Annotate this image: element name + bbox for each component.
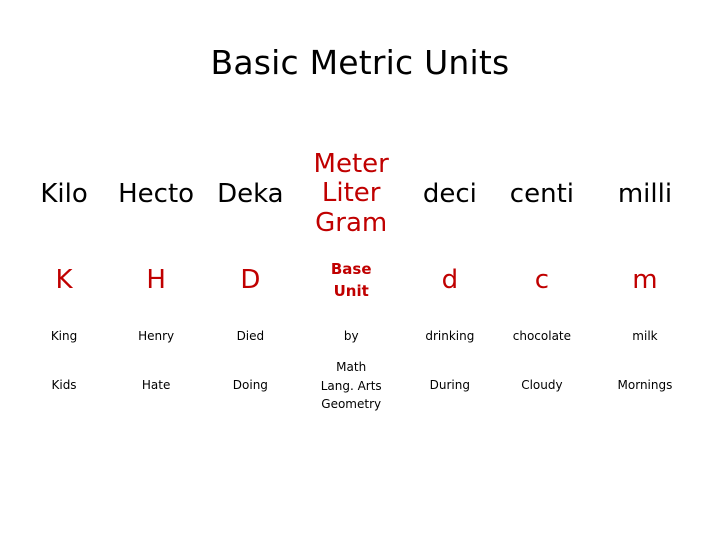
cell-mnemonic1-kilo: King: [50, 328, 78, 343]
table-row-abbreviations: K H D Base Unit d c m: [18, 248, 702, 314]
table-row-mnemonic-one: King Henry Died by drinking chocolate mi…: [18, 314, 702, 358]
table-row-prefix-names: Kilo Hecto Deka Meter Liter Gram deci ce…: [18, 140, 702, 248]
cell-mnemonic2-kilo: Kids: [51, 378, 77, 393]
cell-abbrev-centi: c: [534, 265, 550, 296]
mnemonic2-base-line3: Geometry: [321, 397, 382, 412]
cell-mnemonic2-hecto: Hate: [141, 378, 171, 393]
cell-prefix-milli: milli: [617, 178, 673, 209]
cell-prefix-hecto: Hecto: [118, 178, 195, 209]
base-unit-meter: Meter: [313, 149, 389, 180]
cell-prefix-base-unit: Meter Liter Gram: [299, 140, 404, 248]
mnemonic2-base-line1: Math: [336, 360, 367, 375]
cell-prefix-kilo: Kilo: [40, 178, 88, 209]
slide-canvas: Basic Metric Units Kilo Hecto Deka Meter…: [0, 0, 720, 540]
cell-mnemonic2-base: Math Lang. Arts Geometry: [299, 358, 404, 414]
cell-abbrev-hecto: H: [146, 265, 166, 296]
table-row-mnemonic-two: Kids Hate Doing Math Lang. Arts Geometry…: [18, 358, 702, 414]
cell-mnemonic2-milli: Mornings: [617, 378, 673, 393]
cell-mnemonic1-deci: drinking: [425, 328, 475, 343]
page-title: Basic Metric Units: [210, 43, 510, 82]
cell-mnemonic1-centi: chocolate: [512, 328, 572, 343]
cell-abbrev-kilo: K: [55, 265, 73, 296]
base-unit-gram: Gram: [315, 207, 388, 238]
cell-mnemonic1-milli: milk: [632, 328, 658, 343]
cell-abbrev-milli: m: [632, 265, 658, 296]
base-unit-label-line2: Unit: [333, 282, 369, 300]
cell-mnemonic1-deka: Died: [236, 328, 265, 343]
cell-mnemonic2-centi: Cloudy: [521, 378, 563, 393]
cell-abbrev-deka: D: [240, 265, 261, 296]
cell-mnemonic2-deci: During: [429, 378, 470, 393]
cell-mnemonic1-base: by: [343, 328, 359, 343]
base-unit-liter: Liter: [321, 178, 381, 209]
cell-mnemonic2-deka: Doing: [232, 378, 268, 393]
cell-prefix-centi: centi: [509, 178, 574, 209]
cell-abbrev-base-unit: Base Unit: [299, 248, 404, 314]
cell-prefix-deci: deci: [422, 178, 477, 209]
metric-units-table: Kilo Hecto Deka Meter Liter Gram deci ce…: [18, 140, 702, 414]
mnemonic2-base-line2: Lang. Arts: [320, 378, 382, 393]
cell-abbrev-deci: d: [441, 265, 459, 296]
base-unit-label-line1: Base: [330, 260, 372, 279]
cell-prefix-deka: Deka: [217, 178, 284, 209]
cell-mnemonic1-hecto: Henry: [138, 328, 175, 343]
